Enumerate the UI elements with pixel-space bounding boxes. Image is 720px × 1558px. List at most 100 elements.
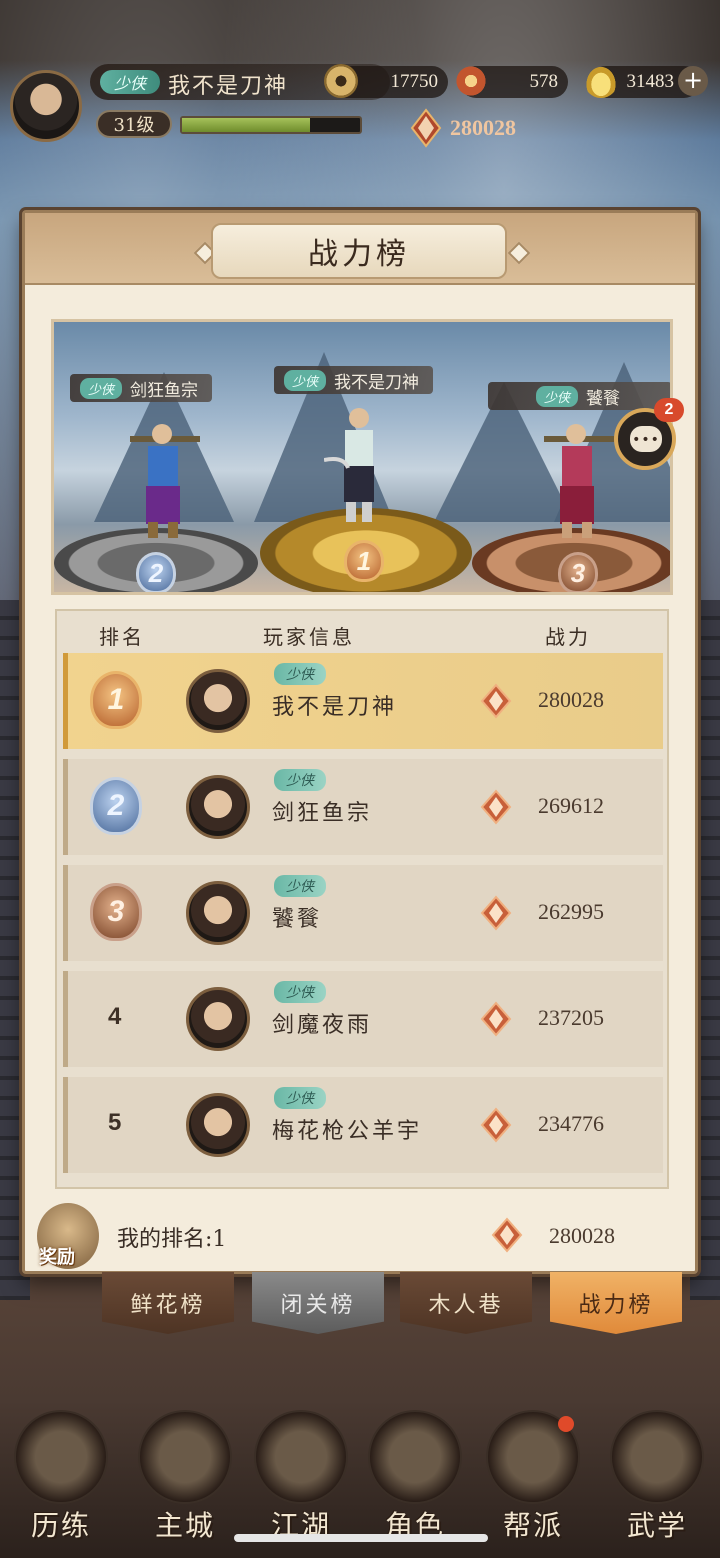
my-power-value: 280028 — [549, 1223, 615, 1248]
player-name: 我不是刀神 — [272, 695, 398, 720]
podium-rank-badge-3: 3 — [558, 552, 598, 592]
podium-nameplate-2: 少侠 剑狂鱼宗 — [70, 374, 213, 402]
coin-counter: 17750 — [324, 64, 448, 98]
exp-bar-fill — [182, 118, 311, 132]
exp-bar — [180, 116, 362, 134]
title-tag: 少侠 — [274, 875, 326, 897]
title-tag: 少侠 — [274, 663, 326, 685]
nav-main-city[interactable]: 主城 — [130, 1400, 240, 1550]
nav-character[interactable]: 角色 — [360, 1400, 470, 1550]
chat-unread-badge: 2 — [654, 398, 684, 422]
add-ingot-button[interactable]: + — [678, 66, 708, 96]
bottom-navigation: 历练 主城 江湖 角色 帮派 武学 — [0, 1390, 720, 1558]
power-value: 234776 — [538, 1111, 604, 1136]
fighter-rank-3[interactable] — [544, 418, 614, 548]
avatar[interactable] — [186, 881, 250, 945]
tab-seclusion-ranking[interactable]: 闭关榜 — [252, 1272, 384, 1334]
nav-label: 主城 — [154, 1509, 215, 1542]
power-value: 237205 — [538, 1005, 604, 1030]
chat-button[interactable]: ••• 2 — [614, 398, 684, 470]
nav-guild[interactable]: 帮派 — [478, 1400, 588, 1550]
power-value: 262995 — [538, 899, 604, 924]
rank-2-medal-icon: 2 — [90, 777, 142, 835]
training-icon — [14, 1410, 108, 1504]
tab-flower-ranking[interactable]: 鲜花榜 — [102, 1272, 234, 1334]
avatar[interactable] — [186, 775, 250, 839]
table-header: 排名 玩家信息 战力 — [57, 611, 667, 655]
gold-ingot-icon — [584, 64, 618, 98]
power-ranking-panel: 战力榜 少侠 剑狂鱼宗 少侠 我不是刀神 少侠 饕餮 2 1 3 排名 玩家信息… — [22, 210, 698, 1274]
reward-button-label[interactable]: 奖励 — [39, 1243, 75, 1269]
player-name: 剑狂鱼宗 — [272, 801, 373, 826]
header-player-info: 玩家信息 — [263, 625, 355, 649]
my-rank-bar: 奖励 我的排名:1 280028 — [25, 1203, 695, 1273]
power-gem-icon — [480, 1001, 512, 1037]
my-rank-text: 我的排名:1 — [117, 1227, 227, 1252]
podium-rank-badge-2: 2 — [136, 552, 176, 592]
ingot-value: 31483 — [626, 71, 675, 92]
avatar[interactable] — [186, 669, 250, 733]
main-city-icon — [138, 1410, 232, 1504]
podium-name: 我不是刀神 — [334, 372, 420, 393]
tab-wooden-man-alley[interactable]: 木人巷 — [400, 1272, 532, 1334]
ranking-table: 排名 玩家信息 战力 1 少侠 我不是刀神 280028 2 少侠 剑狂鱼宗 2… — [55, 609, 669, 1189]
table-row[interactable]: 2 少侠 剑狂鱼宗 269612 — [63, 759, 663, 855]
nav-training[interactable]: 历练 — [6, 1400, 116, 1550]
player-avatar[interactable] — [10, 70, 82, 142]
nav-jianghu[interactable]: 江湖 — [246, 1400, 356, 1550]
coin-value: 17750 — [390, 71, 439, 92]
table-row[interactable]: 3 少侠 饕餮 262995 — [63, 865, 663, 961]
nav-label: 历练 — [30, 1509, 91, 1542]
avatar[interactable] — [186, 1093, 250, 1157]
nav-label: 帮派 — [502, 1509, 563, 1542]
podium-title-tag: 少侠 — [80, 377, 123, 399]
flower-icon — [454, 64, 488, 98]
rank-number: 4 — [108, 1003, 122, 1030]
player-name: 梅花枪公羊宇 — [272, 1119, 423, 1144]
chat-dots: ••• — [632, 432, 660, 448]
jianghu-icon — [254, 1410, 348, 1504]
power-value: 269612 — [538, 793, 604, 818]
character-icon — [368, 1410, 462, 1504]
martial-arts-scroll-icon — [610, 1410, 704, 1504]
avatar[interactable] — [186, 987, 250, 1051]
nav-martial-arts[interactable]: 武学 — [602, 1400, 712, 1550]
rank-number: 5 — [108, 1109, 122, 1136]
panel-title: 战力榜 — [211, 223, 507, 279]
podium-scene: 少侠 剑狂鱼宗 少侠 我不是刀神 少侠 饕餮 2 1 3 — [51, 319, 673, 595]
home-indicator[interactable] — [234, 1534, 488, 1542]
fighter-rank-2[interactable] — [130, 418, 200, 548]
player-name: 饕餮 — [272, 907, 323, 932]
rank-1-medal-icon: 1 — [90, 671, 142, 729]
podium-name: 剑狂鱼宗 — [130, 380, 199, 401]
player-title-tag: 少侠 — [100, 70, 160, 94]
power-gem-icon — [480, 683, 512, 719]
power-value: 280028 — [450, 115, 516, 140]
podium-title-tag: 少侠 — [535, 385, 578, 407]
power-gem-icon — [480, 789, 512, 825]
header-rank: 排名 — [99, 625, 145, 649]
table-row[interactable]: 1 少侠 我不是刀神 280028 — [63, 653, 663, 749]
table-row[interactable]: 5 少侠 梅花枪公羊宇 234776 — [63, 1077, 663, 1173]
power-gem-icon — [491, 1217, 523, 1253]
flower-value: 578 — [529, 71, 559, 92]
panel-header: 战力榜 — [25, 213, 695, 285]
podium-nameplate-3: 少侠 饕餮 — [488, 382, 670, 410]
title-tag: 少侠 — [274, 1087, 326, 1109]
player-top-bar: 少侠 我不是刀神 31级 17750 578 31483 + 280028 — [0, 62, 720, 148]
player-level: 31级 — [96, 110, 172, 138]
table-row[interactable]: 4 少侠 剑魔夜雨 237205 — [63, 971, 663, 1067]
player-name: 我不是刀神 — [168, 74, 289, 99]
podium-name: 饕餮 — [586, 388, 620, 409]
notification-dot — [558, 1416, 574, 1432]
coin-icon — [324, 64, 358, 98]
podium-rank-badge-1: 1 — [344, 540, 384, 582]
power-gem-icon — [480, 895, 512, 931]
tab-power-ranking[interactable]: 战力榜 — [550, 1272, 682, 1334]
header-power: 战力 — [545, 625, 591, 649]
rank-3-medal-icon: 3 — [90, 883, 142, 941]
title-tag: 少侠 — [274, 769, 326, 791]
power-gem-icon — [480, 1107, 512, 1143]
power-gem-icon — [410, 108, 442, 148]
fighter-rank-1[interactable] — [324, 406, 394, 526]
